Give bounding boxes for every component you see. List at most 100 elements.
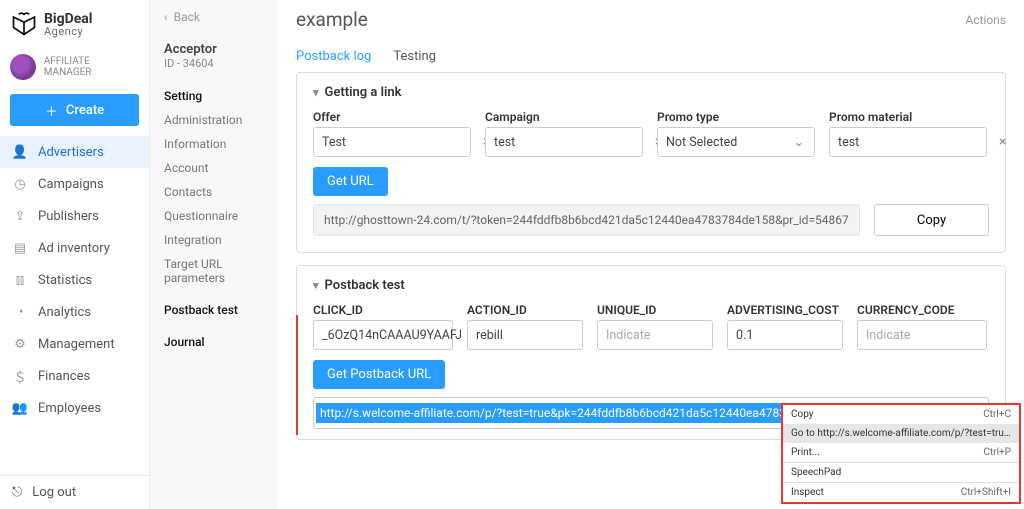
promo-mat-input[interactable]: × [829,127,987,157]
dollar-icon: ＄ [12,367,28,386]
nav-finances[interactable]: ＄Finances [0,360,149,392]
pie-icon: ◔ [12,304,28,320]
ctx-copy-label: Copy [791,409,814,420]
ctx-copy-shortcut: Ctrl+C [983,409,1011,420]
action-id-input[interactable]: × [467,320,583,350]
acceptor-id: ID - 34604 [164,57,278,70]
get-postback-url-button[interactable]: Get Postback URL [313,360,445,389]
nav-label: Management [38,337,115,352]
back-label: Back [174,10,200,24]
plus-icon: ＋ [45,101,58,120]
context-menu: Copy Ctrl+C Go to http://s.welcome-affili… [781,403,1021,504]
create-label: Create [66,103,104,118]
actions-menu[interactable]: Actions [965,13,1006,27]
nav-statistics[interactable]: ⫾⫾ Statistics [0,264,149,296]
ctx-print[interactable]: Print... Ctrl+P [783,443,1019,462]
promo-type-value: Not Selected [666,135,737,150]
get-url-button[interactable]: Get URL [313,167,388,196]
ctx-goto-label: Go to http://s.welcome-affiliate.com/p/?… [791,428,1011,439]
adv-cost-label: ADVERTISING_COST [727,303,843,317]
currency-input[interactable] [857,320,987,350]
page-title: example [296,8,368,31]
people-icon: 👥 [12,401,28,416]
sub-information[interactable]: Information [164,132,278,156]
sub-account[interactable]: Account [164,156,278,180]
ctx-inspect-label: Inspect [791,487,824,498]
section-title: Postback test [325,278,405,293]
create-button[interactable]: ＋ Create [10,94,139,126]
click-id-input[interactable] [313,320,453,350]
action-id-label: ACTION_ID [467,303,583,317]
sub-contacts[interactable]: Contacts [164,180,278,204]
ctx-inspect-shortcut: Ctrl+Shift+I [961,487,1011,498]
nav-advertisers[interactable]: 👤 Advertisers [0,136,149,168]
ctx-copy[interactable]: Copy Ctrl+C [783,405,1019,424]
nav-label: Advertisers [38,145,104,160]
sub-questionnaire[interactable]: Questionnaire [164,204,278,228]
brand-logo-icon [10,10,38,38]
nav-label: Analytics [38,305,91,320]
brand-name-1: BigDeal [44,12,93,26]
unique-id-input[interactable] [597,320,713,350]
back-button[interactable]: ‹ Back [164,10,278,24]
tab-testing[interactable]: Testing [393,49,436,64]
inventory-icon: ▤ [12,241,28,256]
promo-type-select[interactable]: Not Selected ⌄ [657,127,815,157]
chevron-down-icon[interactable] [313,85,319,100]
generated-url[interactable]: http://ghosttown-24.com/t/?token=244fddf… [313,204,860,236]
nav-ad-inventory[interactable]: ▤ Ad inventory [0,232,149,264]
nav-label: Ad inventory [38,241,110,256]
ctx-print-label: Print... [791,447,820,458]
campaign-label: Campaign [485,110,643,124]
nav-analytics[interactable]: ◔ Analytics [0,296,149,328]
currency-label: CURRENCY_CODE [857,303,987,317]
promo-type-label: Promo type [657,110,815,124]
promo-mat-label: Promo material [829,110,987,124]
logout-label: Log out [32,485,76,500]
offer-input[interactable]: × [313,127,471,157]
click-id-label: CLICK_ID [313,303,453,317]
nav-management[interactable]: ⚙ Management [0,328,149,360]
copy-button[interactable]: Copy [874,204,989,236]
clock-icon: ◷ [12,177,28,192]
nav-publishers[interactable]: ⇪ Publishers [0,200,149,232]
sub-journal[interactable]: Journal [164,330,278,354]
ctx-inspect[interactable]: Inspect Ctrl+Shift+I [783,483,1019,502]
nav-label: Campaigns [38,177,104,192]
brand-name-2: Agency [44,26,93,37]
sub-target-url[interactable]: Target URL parameters [164,252,278,290]
chevron-down-icon[interactable] [313,278,319,293]
ctx-print-shortcut: Ctrl+P [983,447,1011,458]
section-title: Getting a link [325,85,402,100]
avatar [10,54,36,80]
highlight-annotation [296,315,298,435]
adv-cost-input[interactable] [727,320,843,350]
nav-label: Employees [38,401,101,416]
bars-icon: ⫾⫾ [12,273,28,288]
role-label: AFFILIATE MANAGER [44,56,139,78]
sub-postback[interactable]: Postback test [164,298,278,322]
ctx-goto[interactable]: Go to http://s.welcome-affiliate.com/p/?… [783,424,1019,443]
nav-label: Publishers [38,209,99,224]
nav-campaigns[interactable]: ◷ Campaigns [0,168,149,200]
nav-employees[interactable]: 👥 Employees [0,392,149,424]
nav-label: Statistics [38,273,92,288]
logout-button[interactable]: ⎋ Log out [0,475,149,509]
sub-integration[interactable]: Integration [164,228,278,252]
sub-setting[interactable]: Setting [164,84,278,108]
upload-icon: ⇪ [12,209,28,224]
brand: BigDealAgency [0,0,149,42]
clear-icon[interactable]: × [997,134,1008,150]
offer-label: Offer [313,110,471,124]
panel-get-link: Getting a link Offer × Campaign × Promo … [296,72,1006,253]
gear-icon: ⚙ [12,337,28,352]
tab-postback-log[interactable]: Postback log [296,49,371,64]
campaign-input[interactable]: × [485,127,643,157]
chevron-down-icon[interactable]: ⌄ [792,134,806,150]
ctx-speechpad[interactable]: SpeechPad [783,463,1019,482]
user-icon: 👤 [12,145,28,160]
exit-icon: ⎋ [12,485,22,500]
unique-id-label: UNIQUE_ID [597,303,713,317]
acceptor-label: Acceptor [164,42,278,57]
sub-administration[interactable]: Administration [164,108,278,132]
